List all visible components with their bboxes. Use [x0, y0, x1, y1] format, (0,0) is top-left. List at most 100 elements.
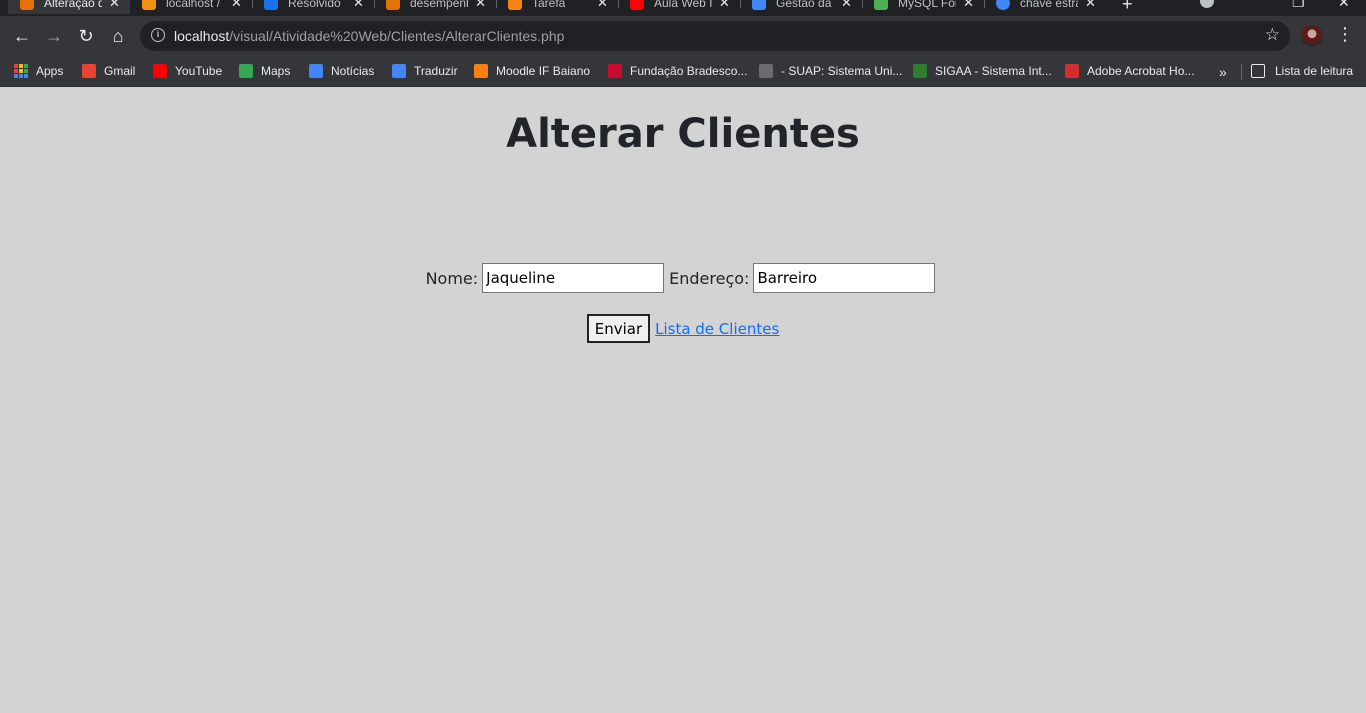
bookmark-apps[interactable]: Apps: [14, 61, 63, 81]
info-icon: [264, 0, 278, 10]
tab-title: Tarefa: [532, 0, 566, 10]
tab-2[interactable]: Resolvido ✕: [252, 0, 374, 14]
tab-title: desempenh: [410, 0, 468, 10]
bookmark-youtube[interactable]: YouTube: [153, 61, 222, 81]
name-label: Nome:: [425, 268, 479, 288]
bookmark-sigaa[interactable]: SIGAA - Sistema Int...: [913, 61, 1052, 81]
stackoverflow-icon: [386, 0, 400, 10]
url-path: /visual/Atividade%20Web/Clientes/Alterar…: [229, 28, 565, 44]
bookmark-traduzir[interactable]: Traduzir: [392, 61, 458, 81]
address-label: Endereço:: [669, 268, 750, 288]
tab-title: Gestão da: [776, 0, 832, 10]
page-content: Alterar Clientes Nome: Endereço: Enviar …: [0, 87, 1366, 713]
reading-list-icon: [1251, 64, 1265, 78]
client-list-link[interactable]: Lista de Clientes: [655, 320, 779, 338]
tab-0[interactable]: Alteração d ✕: [8, 0, 130, 14]
youtube-icon: [630, 0, 644, 10]
bradesco-icon: [608, 64, 622, 78]
moodle-icon: [474, 64, 488, 78]
bookmark-label: Maps: [261, 64, 291, 78]
bookmark-label: Apps: [36, 64, 64, 78]
site-info-icon[interactable]: i: [151, 28, 165, 42]
close-icon[interactable]: ✕: [231, 0, 242, 11]
submit-button[interactable]: Enviar: [586, 314, 651, 343]
bookmark-acrobat[interactable]: Adobe Acrobat Ho...: [1065, 61, 1194, 81]
address-field[interactable]: [753, 263, 936, 293]
tab-3[interactable]: desempenh ✕: [374, 0, 496, 14]
bookmark-label: - SUAP: Sistema Uni...: [781, 64, 903, 78]
more-bookmarks-icon[interactable]: »: [1219, 64, 1227, 80]
moodle-icon: [508, 0, 522, 10]
url-host: localhost: [174, 28, 230, 44]
reload-icon[interactable]: ↻: [76, 26, 96, 46]
bookmark-label: Gmail: [104, 64, 136, 78]
bookmark-bradesco[interactable]: Fundação Bradesco...: [608, 61, 747, 81]
bookmark-label: YouTube: [175, 64, 223, 78]
sigaa-icon: [913, 64, 927, 78]
close-icon[interactable]: ✕: [1085, 0, 1096, 11]
tab-search-icon[interactable]: [1200, 0, 1214, 8]
tab-7[interactable]: MySQL For ✕: [862, 0, 984, 14]
home-icon[interactable]: ⌂: [108, 26, 128, 46]
mysql-icon: [874, 0, 888, 10]
google-classroom-icon: [752, 0, 766, 10]
restore-icon[interactable]: ❐: [1292, 0, 1305, 11]
bookmark-label: SIGAA - Sistema Int...: [935, 64, 1052, 78]
profile-avatar[interactable]: [1301, 25, 1323, 47]
new-tab-button[interactable]: +: [1122, 0, 1133, 15]
maps-icon: [239, 64, 253, 78]
gmail-icon: [82, 64, 96, 78]
tab-title: Aula Web I: [654, 0, 712, 10]
bookmark-label: Fundação Bradesco...: [630, 64, 748, 78]
acrobat-icon: [1065, 64, 1079, 78]
bookmark-noticias[interactable]: Notícias: [309, 61, 374, 81]
bookmarks-bar: Apps Gmail YouTube Maps Notícias Traduzi…: [0, 56, 1366, 87]
bookmark-label: Adobe Acrobat Ho...: [1087, 64, 1195, 78]
reading-list-button[interactable]: Lista de leitura: [1251, 61, 1353, 81]
reading-list-label: Lista de leitura: [1275, 64, 1354, 78]
close-icon[interactable]: ✕: [841, 0, 852, 11]
bookmarks-divider: [1241, 64, 1242, 80]
tab-8[interactable]: chave estra ✕: [984, 0, 1106, 14]
suap-icon: [759, 64, 773, 78]
apps-icon: [14, 64, 28, 78]
bookmark-maps[interactable]: Maps: [239, 61, 290, 81]
menu-icon[interactable]: ⋮: [1336, 24, 1354, 45]
tab-title: Alteração d: [44, 0, 102, 10]
client-form: Nome: Endereço:: [0, 263, 1366, 293]
bookmark-label: Notícias: [331, 64, 375, 78]
bookmark-gmail[interactable]: Gmail: [82, 61, 135, 81]
news-icon: [309, 64, 323, 78]
url-text[interactable]: localhost/visual/Atividade%20Web/Cliente…: [174, 28, 564, 44]
back-icon[interactable]: ←: [12, 26, 32, 46]
tab-title: MySQL For: [898, 0, 956, 10]
close-icon[interactable]: ✕: [109, 0, 120, 11]
browser-toolbar: ← → ↻ ⌂ i localhost/visual/Atividade%20W…: [0, 16, 1366, 56]
page-title: Alterar Clientes: [506, 111, 860, 157]
bookmark-star-icon[interactable]: ☆: [1265, 25, 1280, 45]
tab-strip: Alteração d ✕ localhost / ✕ Resolvido ✕ …: [0, 0, 1366, 16]
name-field[interactable]: [482, 263, 665, 293]
close-icon[interactable]: ✕: [475, 0, 486, 11]
form-actions: Enviar Lista de Clientes: [0, 314, 1366, 343]
bookmark-suap[interactable]: - SUAP: Sistema Uni...: [759, 61, 902, 81]
tab-title: localhost /: [166, 0, 221, 10]
tab-4[interactable]: Tarefa ✕: [496, 0, 618, 14]
bookmark-moodle[interactable]: Moodle IF Baiano: [474, 61, 590, 81]
close-icon[interactable]: ✕: [719, 0, 730, 11]
close-icon[interactable]: ✕: [963, 0, 974, 11]
close-icon[interactable]: ✕: [597, 0, 608, 11]
tab-1[interactable]: localhost / ✕: [130, 0, 252, 14]
xampp-icon: [20, 0, 34, 10]
translate-icon: [392, 64, 406, 78]
tab-6[interactable]: Gestão da ✕: [740, 0, 862, 14]
close-icon[interactable]: ✕: [353, 0, 364, 11]
tab-title: chave estra: [1020, 0, 1078, 10]
bookmark-label: Traduzir: [414, 64, 458, 78]
tab-title: Resolvido: [288, 0, 341, 10]
tab-5[interactable]: Aula Web I ✕: [618, 0, 740, 14]
address-bar[interactable]: i localhost/visual/Atividade%20Web/Clien…: [140, 21, 1290, 51]
close-window-icon[interactable]: ✕: [1338, 0, 1350, 11]
forward-icon[interactable]: →: [44, 26, 64, 46]
bookmark-label: Moodle IF Baiano: [496, 64, 591, 78]
